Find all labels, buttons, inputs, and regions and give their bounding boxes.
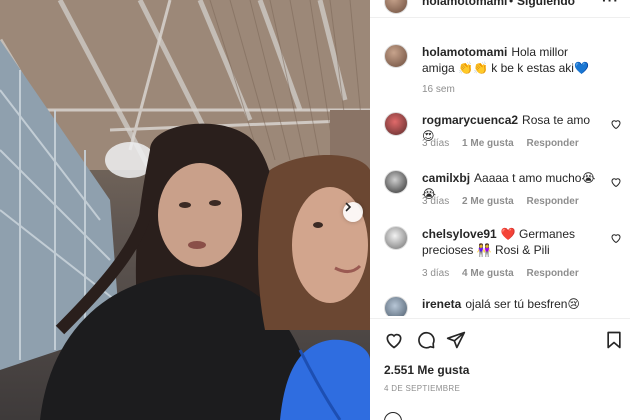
post-actions (384, 330, 624, 352)
reply-button[interactable]: Responder (527, 138, 579, 149)
post-header: holamotomami • Siguiendo ··· (370, 0, 630, 18)
reply-button[interactable]: Responder (527, 196, 579, 207)
likes-count[interactable]: 2.551 Me gusta (384, 363, 469, 377)
comment-meta: 3 días 2 Me gusta Responder (422, 196, 589, 207)
comment-likes[interactable]: 1 Me gusta (462, 138, 514, 149)
heart-icon[interactable] (610, 118, 622, 130)
bookmark-icon[interactable] (604, 330, 624, 350)
comment-body: ireneta ojalá ser tú besfren😢 (422, 296, 602, 312)
post-date: 4 DE SEPTIEMBRE (384, 384, 461, 393)
heart-icon[interactable] (384, 330, 404, 350)
comment-username[interactable]: camilxbj (422, 171, 470, 185)
author-avatar[interactable] (384, 44, 408, 68)
commenter-avatar[interactable] (384, 226, 408, 250)
emoji-icon[interactable] (384, 412, 402, 420)
comment-likes[interactable]: 2 Me gusta (462, 196, 514, 207)
commenter-avatar[interactable] (384, 112, 408, 136)
author-avatar[interactable] (384, 0, 408, 14)
comment-meta: 3 días 4 Me gusta Responder (422, 268, 589, 279)
header-divider (370, 17, 630, 18)
comment-body: chelsylove91 ❤️ Germanes precioses 👭 Rosi… (422, 226, 602, 258)
share-icon[interactable] (446, 330, 466, 350)
caption-username[interactable]: holamotomami (422, 45, 507, 59)
actions-divider (370, 318, 630, 319)
comments-list[interactable]: holamotomami Hola millor amiga 👏👏 k be k … (370, 36, 630, 316)
following-button[interactable]: Siguiendo (517, 0, 575, 8)
reply-button[interactable]: Responder (527, 268, 579, 279)
commenter-avatar[interactable] (384, 296, 408, 316)
caption-meta: 16 sem (422, 84, 465, 95)
caption-time: 16 sem (422, 84, 455, 95)
post-photo[interactable] (0, 0, 370, 420)
comment-time: 3 días (422, 268, 450, 279)
comment-time: 3 días (422, 138, 450, 149)
heart-icon[interactable] (610, 232, 622, 244)
comment-username[interactable]: rogmarycuenca2 (422, 113, 518, 127)
comment-username[interactable]: ireneta (422, 297, 461, 311)
author-username[interactable]: holamotomami (422, 0, 507, 8)
caption-body: holamotomami Hola millor amiga 👏👏 k be k … (422, 44, 602, 76)
comment-username[interactable]: chelsylove91 (422, 227, 497, 241)
heart-icon[interactable] (610, 176, 622, 188)
comment-text: ojalá ser tú besfren😢 (465, 297, 580, 311)
comment-icon[interactable] (416, 330, 436, 350)
comment-meta: 3 días 1 Me gusta Responder (422, 138, 589, 149)
comment-likes[interactable]: 4 Me gusta (462, 268, 514, 279)
chevron-right-icon (345, 202, 352, 212)
more-options-icon[interactable]: ··· (602, 0, 619, 8)
post-side-panel: holamotomami • Siguiendo ··· holamotomam… (370, 0, 630, 420)
commenter-avatar[interactable] (384, 170, 408, 194)
carousel-next-button[interactable] (343, 202, 363, 222)
photo-illustration (0, 0, 370, 420)
comment-time: 3 días (422, 196, 450, 207)
header-separator: • (509, 0, 514, 8)
